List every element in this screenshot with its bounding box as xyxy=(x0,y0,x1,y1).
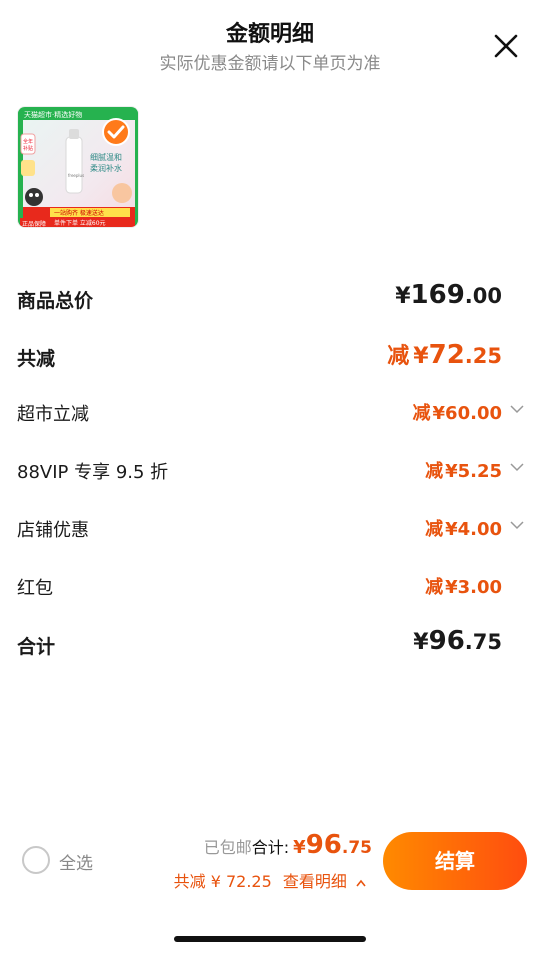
svg-text:全年: 全年 xyxy=(23,138,33,145)
goods-total-label: 商品总价 xyxy=(17,290,94,312)
total-summary: 已包邮合计: ¥96.75 xyxy=(204,830,372,860)
discount-amount: 减 ¥5.25 xyxy=(425,461,502,482)
svg-text:一站购齐 极速送达: 一站购齐 极速送达 xyxy=(54,209,104,217)
chevron-down-icon[interactable] xyxy=(510,462,524,472)
discount-label: 店铺优惠 xyxy=(17,520,89,541)
subtotal-amount: ¥96.75 xyxy=(413,626,502,656)
svg-text:细腻温和: 细腻温和 xyxy=(90,152,122,162)
discount-label: 红包 xyxy=(17,578,53,599)
total-discount-label: 共减 xyxy=(17,348,56,370)
checkout-button[interactable]: 结算 xyxy=(383,832,527,890)
discount-summary: 共减 ¥ 72.25 xyxy=(173,872,272,891)
discount-amount: 减 ¥4.00 xyxy=(425,519,502,540)
discount-label: 超市立减 xyxy=(17,404,89,425)
discount-row-red-packet: 红包 减 ¥3.00 xyxy=(0,566,540,606)
subtotal-label: 合计 xyxy=(17,636,56,658)
discount-amount: 减 ¥3.00 xyxy=(425,577,502,598)
total-label: 合计: xyxy=(251,838,290,857)
total-discount-row: 共减 减 ¥72.25 xyxy=(0,336,540,376)
page-title: 金额明细 xyxy=(225,22,314,47)
page-subtitle: 实际优惠金额请以下单页为准 xyxy=(159,54,381,74)
shipping-note: 已包邮 xyxy=(203,838,252,857)
product-thumbnail[interactable]: 天猫超市·精选好物 全年 补贴 freeplus 细腻温和 柔润补水 一站购齐 … xyxy=(17,106,139,228)
discount-amount: 减 ¥60.00 xyxy=(412,403,502,424)
discount-row-88vip[interactable]: 88VIP 专享 9.5 折 减 ¥5.25 xyxy=(0,450,540,490)
header: 金额明细 实际优惠金额请以下单页为准 xyxy=(0,0,540,90)
total-integer: 96 xyxy=(305,830,342,860)
select-all-checkbox[interactable] xyxy=(22,846,50,874)
details-link-label: 查看明细 xyxy=(282,872,347,891)
total-decimal: .75 xyxy=(341,838,372,858)
product-image: 天猫超市·精选好物 全年 补贴 freeplus 细腻温和 柔润补水 一站购齐 … xyxy=(18,107,138,228)
total-currency: ¥ xyxy=(293,837,306,858)
svg-text:补贴: 补贴 xyxy=(23,145,33,152)
goods-total-row: 商品总价 ¥169.00 xyxy=(0,278,540,318)
svg-text:freeplus: freeplus xyxy=(68,173,84,178)
total-discount-amount: 减 ¥72.25 xyxy=(387,340,502,370)
banner-top-text: 天猫超市·精选好物 xyxy=(24,110,82,119)
checkout-bar: 全选 已包邮合计: ¥96.75 共减 ¥ 72.25 查看明细 结算 xyxy=(0,820,540,900)
chevron-down-icon[interactable] xyxy=(510,520,524,530)
svg-text:柔润补水: 柔润补水 xyxy=(90,163,122,173)
close-icon[interactable] xyxy=(492,32,520,60)
svg-text:单件下单 立减60元: 单件下单 立减60元 xyxy=(54,219,106,227)
discount-label: 88VIP 专享 9.5 折 xyxy=(17,462,169,483)
chevron-down-icon[interactable] xyxy=(510,404,524,414)
chevron-up-icon xyxy=(356,879,366,886)
goods-total-amount: ¥169.00 xyxy=(395,280,502,310)
view-details-link[interactable]: 共减 ¥ 72.25 查看明细 xyxy=(174,868,366,892)
select-all-label: 全选 xyxy=(59,854,93,874)
home-indicator xyxy=(174,936,366,942)
discount-row-store[interactable]: 店铺优惠 减 ¥4.00 xyxy=(0,508,540,548)
discount-row-supermarket[interactable]: 超市立减 减 ¥60.00 xyxy=(0,392,540,432)
svg-text:正品保障: 正品保障 xyxy=(22,220,46,228)
subtotal-row: 合计 ¥96.75 xyxy=(0,624,540,664)
